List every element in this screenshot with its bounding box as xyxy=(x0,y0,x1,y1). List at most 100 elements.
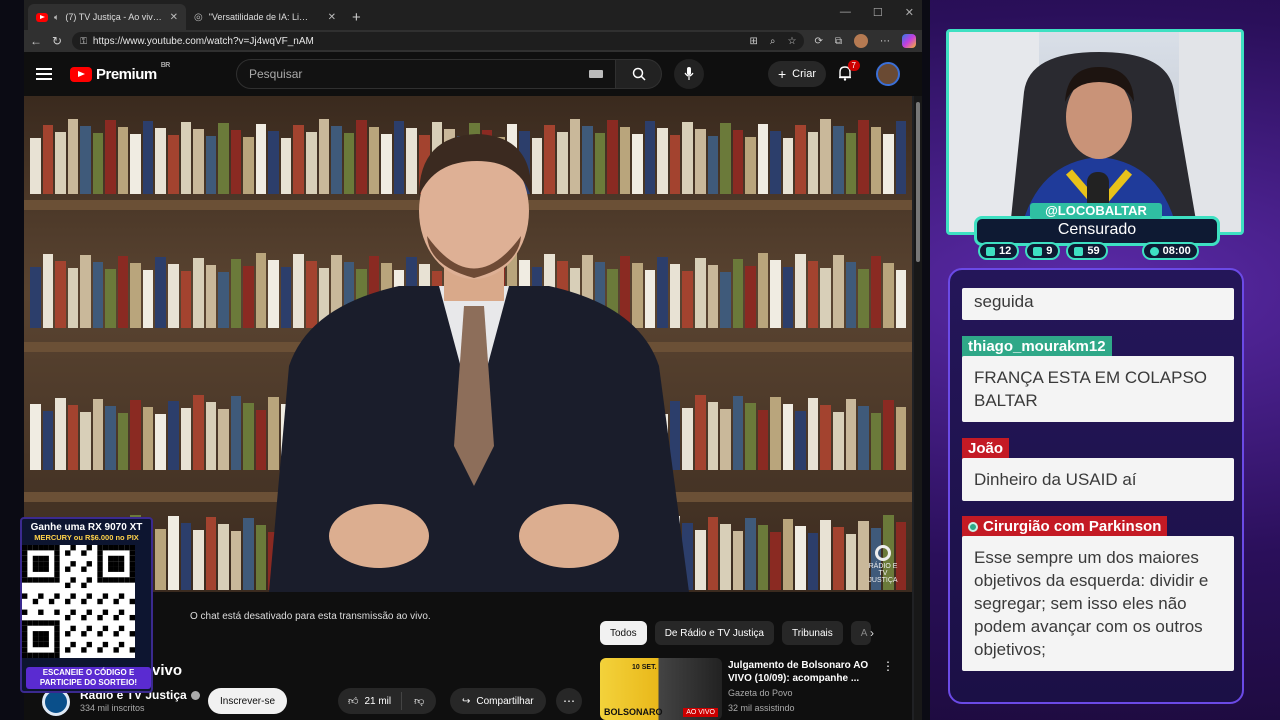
hamburger-menu-icon[interactable] xyxy=(36,68,52,80)
zoom-icon[interactable]: ⌕ xyxy=(770,36,776,47)
qr-module xyxy=(48,620,55,626)
book-spine xyxy=(205,402,217,470)
keyboard-icon[interactable] xyxy=(589,70,603,78)
minimize-icon[interactable]: — xyxy=(840,6,851,19)
qr-module xyxy=(65,647,71,653)
book-spine xyxy=(845,399,857,470)
create-button[interactable]: + Criar xyxy=(767,61,826,87)
more-actions-button[interactable]: ⋯ xyxy=(556,688,582,714)
book-spine xyxy=(142,121,154,194)
qr-module xyxy=(27,577,33,583)
book-spine xyxy=(67,119,79,194)
qr-module xyxy=(54,620,60,626)
qr-module xyxy=(32,555,39,562)
qr-module xyxy=(54,625,60,632)
qr-module xyxy=(32,566,39,572)
qr-module xyxy=(65,566,71,572)
book-spine xyxy=(770,260,781,328)
book-spine xyxy=(807,261,819,328)
reload-icon[interactable]: ↻ xyxy=(52,34,62,48)
new-tab-icon[interactable]: + xyxy=(344,9,369,30)
chevron-right-icon[interactable]: › xyxy=(870,626,874,640)
tab-bar: 🔈︎ (7) TV Justiça - Ao vivo - You ✕ ◎ "V… xyxy=(24,0,922,30)
page-scrollbar[interactable] xyxy=(914,96,922,720)
maximize-icon[interactable]: ☐ xyxy=(873,6,883,19)
book-spine xyxy=(883,400,894,470)
tab-versatilidade[interactable]: ◎ "Versatilidade de IA: Limitações e ✕ xyxy=(186,4,344,30)
back-icon[interactable]: ← xyxy=(30,34,42,48)
voice-search-button[interactable] xyxy=(674,59,704,89)
qr-module xyxy=(32,545,39,551)
book-spine xyxy=(67,405,79,470)
qr-module xyxy=(113,598,119,605)
chip-todos[interactable]: Todos xyxy=(600,621,647,645)
scrollbar-thumb[interactable] xyxy=(916,102,920,262)
qr-module xyxy=(108,555,114,562)
chip-partial[interactable]: A xyxy=(850,621,871,645)
address-bar: ← ↻ ⚿ https://www.youtube.com/watch?v=Jj… xyxy=(24,30,922,52)
book-spine xyxy=(782,267,794,328)
book-spine xyxy=(230,531,242,590)
site-info-icon[interactable]: ⚿ xyxy=(80,36,87,47)
book-spine xyxy=(757,410,769,470)
share-label: Compartilhar xyxy=(476,695,534,707)
qr-module xyxy=(102,577,109,583)
qr-module xyxy=(70,577,76,583)
qr-module xyxy=(38,620,44,626)
close-tab-icon[interactable]: ✕ xyxy=(170,12,178,23)
tab-tv-justica[interactable]: 🔈︎ (7) TV Justiça - Ao vivo - You ✕ xyxy=(28,4,186,30)
chip-tribunais[interactable]: Tribunais xyxy=(782,621,843,645)
youtube-logo[interactable]: Premium BR xyxy=(70,62,170,83)
book-spine xyxy=(55,132,66,194)
related-video-thumbnail[interactable]: 10 SET. BOLSONARO AO VIVO xyxy=(600,658,722,720)
like-button[interactable]: 👍︎ 21 mil xyxy=(338,692,403,710)
cta-line-1: ESCANEIE O CÓDIGO E xyxy=(42,668,135,677)
book-spine xyxy=(155,529,167,590)
book-spine xyxy=(707,517,719,590)
close-tab-icon[interactable]: ✕ xyxy=(328,12,336,23)
create-label: Criar xyxy=(792,68,816,80)
browser-profile-avatar[interactable] xyxy=(854,34,868,48)
share-button[interactable]: ↪ Compartilhar xyxy=(450,688,546,714)
book-spine xyxy=(883,134,894,194)
qr-module xyxy=(43,641,49,648)
chip-de-radio-e-tv-justica[interactable]: De Rádio e TV Justiça xyxy=(654,621,774,645)
search-button[interactable] xyxy=(616,59,662,89)
search-input[interactable]: Pesquisar xyxy=(236,59,616,89)
url-field[interactable]: ⚿ https://www.youtube.com/watch?v=Jj4wqV… xyxy=(72,32,805,50)
menu-dots-icon[interactable]: ⋯ xyxy=(880,36,890,47)
related-video-title[interactable]: Julgamento de Bolsonaro AO VIVO (10/09):… xyxy=(728,659,878,685)
qr-module xyxy=(48,598,55,605)
subscriber-count: 334 mil inscritos xyxy=(80,703,145,713)
book-spine xyxy=(230,396,242,470)
copilot-icon[interactable] xyxy=(902,34,916,48)
kick-icon xyxy=(1074,246,1084,256)
related-video-channel[interactable]: Gazeta do Povo xyxy=(728,688,793,698)
related-more-icon[interactable]: ⋮ xyxy=(882,659,894,673)
qr-module xyxy=(102,641,109,648)
book-spine xyxy=(218,524,229,590)
giveaway-promo: Ganhe uma RX 9070 XT MERCURY ou R$6.000 … xyxy=(20,517,153,693)
qr-module xyxy=(124,577,130,583)
qr-module xyxy=(38,566,44,572)
qr-module xyxy=(113,614,119,621)
qr-module xyxy=(48,652,55,658)
user-avatar[interactable] xyxy=(876,62,900,86)
qr-module xyxy=(38,652,44,658)
extensions-icon[interactable]: ⟳ xyxy=(814,36,822,47)
close-window-icon[interactable]: ✕ xyxy=(905,6,914,19)
book-spine xyxy=(883,263,894,328)
subscribe-button[interactable]: Inscrever-se xyxy=(208,688,288,714)
qr-module xyxy=(38,577,44,583)
dislike-button[interactable]: 👎︎ xyxy=(402,695,436,707)
favorite-star-icon[interactable]: ☆ xyxy=(788,36,797,47)
speaker-icon[interactable]: 🔈︎ xyxy=(54,12,59,23)
logo-text: Premium xyxy=(96,65,157,83)
qr-module xyxy=(86,577,92,583)
qr-module xyxy=(22,593,28,599)
qr-module xyxy=(129,571,135,578)
qr-module xyxy=(113,566,119,572)
collections-icon[interactable]: ⧉ xyxy=(835,36,842,47)
apps-icon[interactable]: ⊞ xyxy=(750,36,758,47)
video-player[interactable]: RÁDIO E TV JUSTIÇA xyxy=(24,96,912,592)
